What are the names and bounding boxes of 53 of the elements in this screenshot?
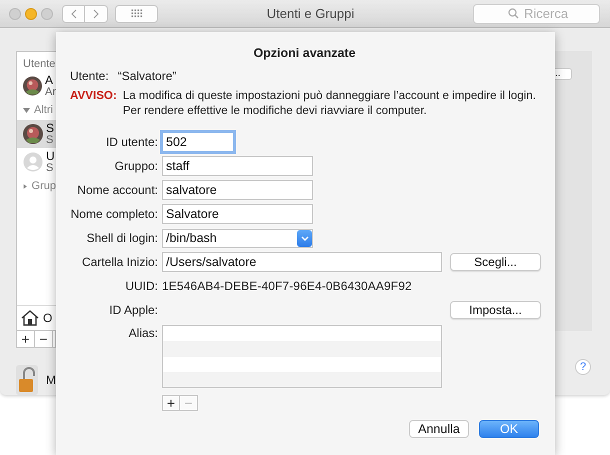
padlock-icon[interactable] [18,367,36,393]
text-field[interactable]: /Users/salvatore [162,252,442,272]
search-field[interactable]: Ricerca [473,4,600,24]
text-field[interactable]: 502 [162,132,234,152]
choose-button[interactable]: Scegli... [450,253,541,271]
grid-icon [130,9,142,18]
user-row[interactable]: U S [17,148,56,176]
field-label: Nome account: [76,183,158,197]
user-label: Utente: [70,69,109,83]
field-label: UUID: [124,279,158,293]
shell-popup[interactable]: /bin/bash [162,228,313,248]
field-label: Nome completo: [70,207,158,221]
chevron-left-icon [70,8,76,18]
login-options-label[interactable]: O [43,311,52,325]
forward-button[interactable] [85,4,108,22]
options-button[interactable]: .. [555,68,572,80]
search-icon [508,8,519,18]
set-button[interactable]: Imposta... [450,301,541,319]
section-label: Grup [32,180,56,192]
house-icon [21,310,39,326]
warning-text: La modifica di queste impostazioni può danneggiare l’account e impedire il login. Per rendere effettive le modifiche devi riavviare il computer. [122,88,537,118]
chevron-down-icon [300,236,308,240]
warning-label: AVVISO: [70,88,117,104]
show-all-button[interactable] [115,4,158,22]
lock-label: M [46,373,56,387]
minimize-window-icon[interactable] [25,8,37,20]
alias-list[interactable] [162,325,442,388]
expanded-triangle-icon[interactable] [23,106,30,114]
user-name: “Salvatore” [118,69,176,83]
field-label: Shell di login: [86,231,158,245]
text-field[interactable]: staff [162,156,313,176]
back-button[interactable] [62,4,85,22]
collapsed-triangle-icon[interactable] [23,182,28,190]
user-row[interactable]: A Ar [17,72,56,100]
section-label: Altri [34,104,53,116]
field-label: ID Apple: [108,303,158,317]
user-row[interactable]: S S [17,120,56,148]
window-title: Utenti e Gruppi [266,6,356,21]
uuid-value: 1E546AB4-DEBE-40F7-96E4-0B6430AA9F92 [162,279,412,293]
text-field[interactable]: Salvatore [162,204,313,224]
sheet-title: Opzioni avanzate [252,46,357,60]
field-label: Alias: [128,325,158,340]
zoom-window-icon[interactable] [41,8,53,20]
text-field[interactable]: salvatore [162,180,313,200]
field-label: ID utente: [104,135,158,149]
help-button[interactable]: ? [575,359,591,375]
add-button[interactable]: + [163,396,180,410]
close-window-icon[interactable] [9,8,21,20]
cancel-button[interactable]: Annulla [409,420,469,438]
chevron-right-icon [93,8,99,18]
field-label: Cartella Inizio: [80,255,158,269]
list-header: Utente [22,57,56,72]
field-label: Gruppo: [114,159,158,173]
